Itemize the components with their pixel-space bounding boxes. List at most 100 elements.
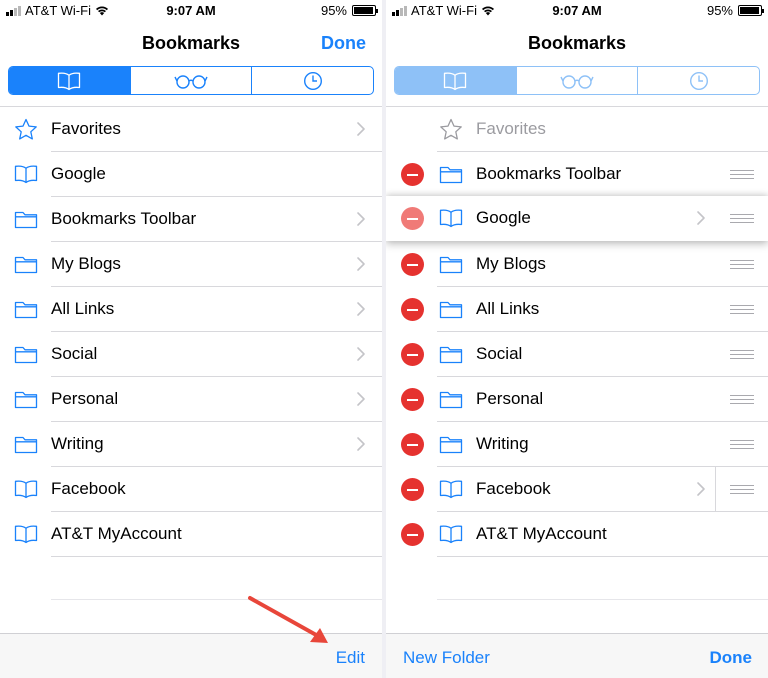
list-item-personal[interactable]: Personal [0, 377, 382, 422]
list-item-label: All Links [51, 299, 115, 318]
folder-icon [439, 298, 463, 320]
book-icon [439, 207, 463, 229]
tab-history[interactable] [638, 67, 759, 94]
done-button[interactable]: Done [710, 648, 753, 668]
delete-button[interactable] [401, 253, 424, 276]
list-item-label: Favorites [476, 119, 546, 138]
list-item-google[interactable]: Google [0, 152, 382, 197]
folder-icon [439, 433, 463, 455]
tab-reading-list[interactable] [131, 67, 253, 94]
bookmarks-panel-left: AT&T Wi-Fi 9:07 AM 95% Bookmarks Done Fa… [0, 0, 382, 678]
book-icon [439, 478, 463, 500]
folder-icon [14, 298, 38, 320]
book-icon [14, 523, 38, 545]
list-item-facebook[interactable]: Facebook [0, 467, 382, 512]
list-item-label: AT&T MyAccount [476, 524, 607, 543]
list-item-label: Personal [51, 389, 119, 408]
edit-button[interactable]: Edit [336, 648, 365, 668]
delete-button[interactable] [401, 163, 424, 186]
list-item-att-myaccount[interactable]: AT&T MyAccount [386, 512, 768, 557]
list-item-label: Writing [476, 434, 529, 453]
list-item-social[interactable]: Social [0, 332, 382, 377]
tab-history[interactable] [252, 67, 373, 94]
chevron-right-icon [356, 301, 366, 317]
segmented-control [394, 66, 760, 95]
reorder-handle-icon[interactable] [730, 393, 754, 405]
battery-percent: 95% [320, 3, 347, 18]
list-item-label: Social [51, 344, 98, 363]
delete-button[interactable] [401, 478, 424, 501]
delete-button[interactable] [401, 433, 424, 456]
list-item-personal[interactable]: Personal [386, 377, 768, 422]
bottom-toolbar: Edit [0, 633, 382, 678]
star-icon [14, 118, 38, 140]
page-title: Bookmarks [527, 33, 627, 53]
list-item-google-dragging[interactable]: Google [386, 196, 768, 241]
list-item-label: AT&T MyAccount [51, 524, 182, 543]
delete-button[interactable] [401, 207, 424, 230]
new-folder-button[interactable]: New Folder [403, 648, 490, 668]
reorder-handle-icon[interactable] [730, 348, 754, 360]
list-item-social[interactable]: Social [386, 332, 768, 377]
list-item-facebook[interactable]: Facebook [386, 467, 768, 512]
delete-button[interactable] [401, 343, 424, 366]
history-icon [303, 71, 322, 90]
list-item-my-blogs[interactable]: My Blogs [0, 242, 382, 287]
list-item-label: Favorites [51, 119, 121, 138]
list-item-writing[interactable]: Writing [386, 422, 768, 467]
tab-bookmarks[interactable] [9, 67, 131, 94]
list-item-my-blogs[interactable]: My Blogs [386, 242, 768, 287]
book-icon [14, 478, 38, 500]
folder-icon [439, 388, 463, 410]
reorder-handle-icon[interactable] [730, 212, 754, 224]
chevron-right-icon [696, 481, 706, 497]
reorder-handle-icon[interactable] [730, 303, 754, 315]
folder-icon [14, 253, 38, 275]
folder-icon [14, 208, 38, 230]
list-item-att-myaccount[interactable]: AT&T MyAccount [0, 512, 382, 557]
folder-icon [14, 433, 38, 455]
book-icon [439, 523, 463, 545]
folder-icon [14, 388, 38, 410]
list-item-label: Personal [476, 389, 544, 408]
tab-bookmarks[interactable] [395, 67, 517, 94]
empty-row-separator [51, 599, 382, 600]
history-icon [689, 71, 708, 90]
list-item-label: My Blogs [51, 254, 121, 273]
bookmarks-icon [443, 70, 467, 92]
list-item-all-links[interactable]: All Links [0, 287, 382, 332]
list-item-label: Bookmarks Toolbar [51, 209, 197, 228]
list-item-bookmarks-toolbar[interactable]: Bookmarks Toolbar [386, 152, 768, 197]
list-item-all-links[interactable]: All Links [386, 287, 768, 332]
chevron-right-icon [356, 436, 366, 452]
chevron-right-icon [356, 346, 366, 362]
list-item-label: All Links [476, 299, 540, 318]
battery-icon [738, 5, 764, 16]
list-item-label: Google [476, 208, 531, 227]
list-item-label: Facebook [476, 479, 551, 498]
delete-button[interactable] [401, 388, 424, 411]
chevron-right-icon [356, 256, 366, 272]
folder-icon [439, 253, 463, 275]
status-bar: AT&T Wi-Fi 9:07 AM 95% [386, 0, 768, 22]
battery-icon [352, 5, 378, 16]
chevron-right-icon [356, 121, 366, 137]
reorder-handle-icon[interactable] [730, 258, 754, 270]
bottom-toolbar: New Folder Done [386, 633, 768, 678]
tab-reading-list[interactable] [517, 67, 639, 94]
done-button[interactable]: Done [321, 33, 366, 54]
list-item-writing[interactable]: Writing [0, 422, 382, 467]
status-bar: AT&T Wi-Fi 9:07 AM 95% [0, 0, 382, 22]
empty-row-separator [437, 599, 768, 600]
folder-icon [14, 343, 38, 365]
list-item-label: Bookmarks Toolbar [476, 164, 622, 183]
list-item-bookmarks-toolbar[interactable]: Bookmarks Toolbar [0, 197, 382, 242]
chevron-right-icon [356, 391, 366, 407]
delete-button[interactable] [401, 523, 424, 546]
list-item-label: Social [476, 344, 523, 363]
list-item-favorites[interactable]: Favorites [0, 107, 382, 152]
reorder-handle-icon[interactable] [730, 483, 754, 495]
reorder-handle-icon[interactable] [730, 168, 754, 180]
reorder-handle-icon[interactable] [730, 438, 754, 450]
delete-button[interactable] [401, 298, 424, 321]
